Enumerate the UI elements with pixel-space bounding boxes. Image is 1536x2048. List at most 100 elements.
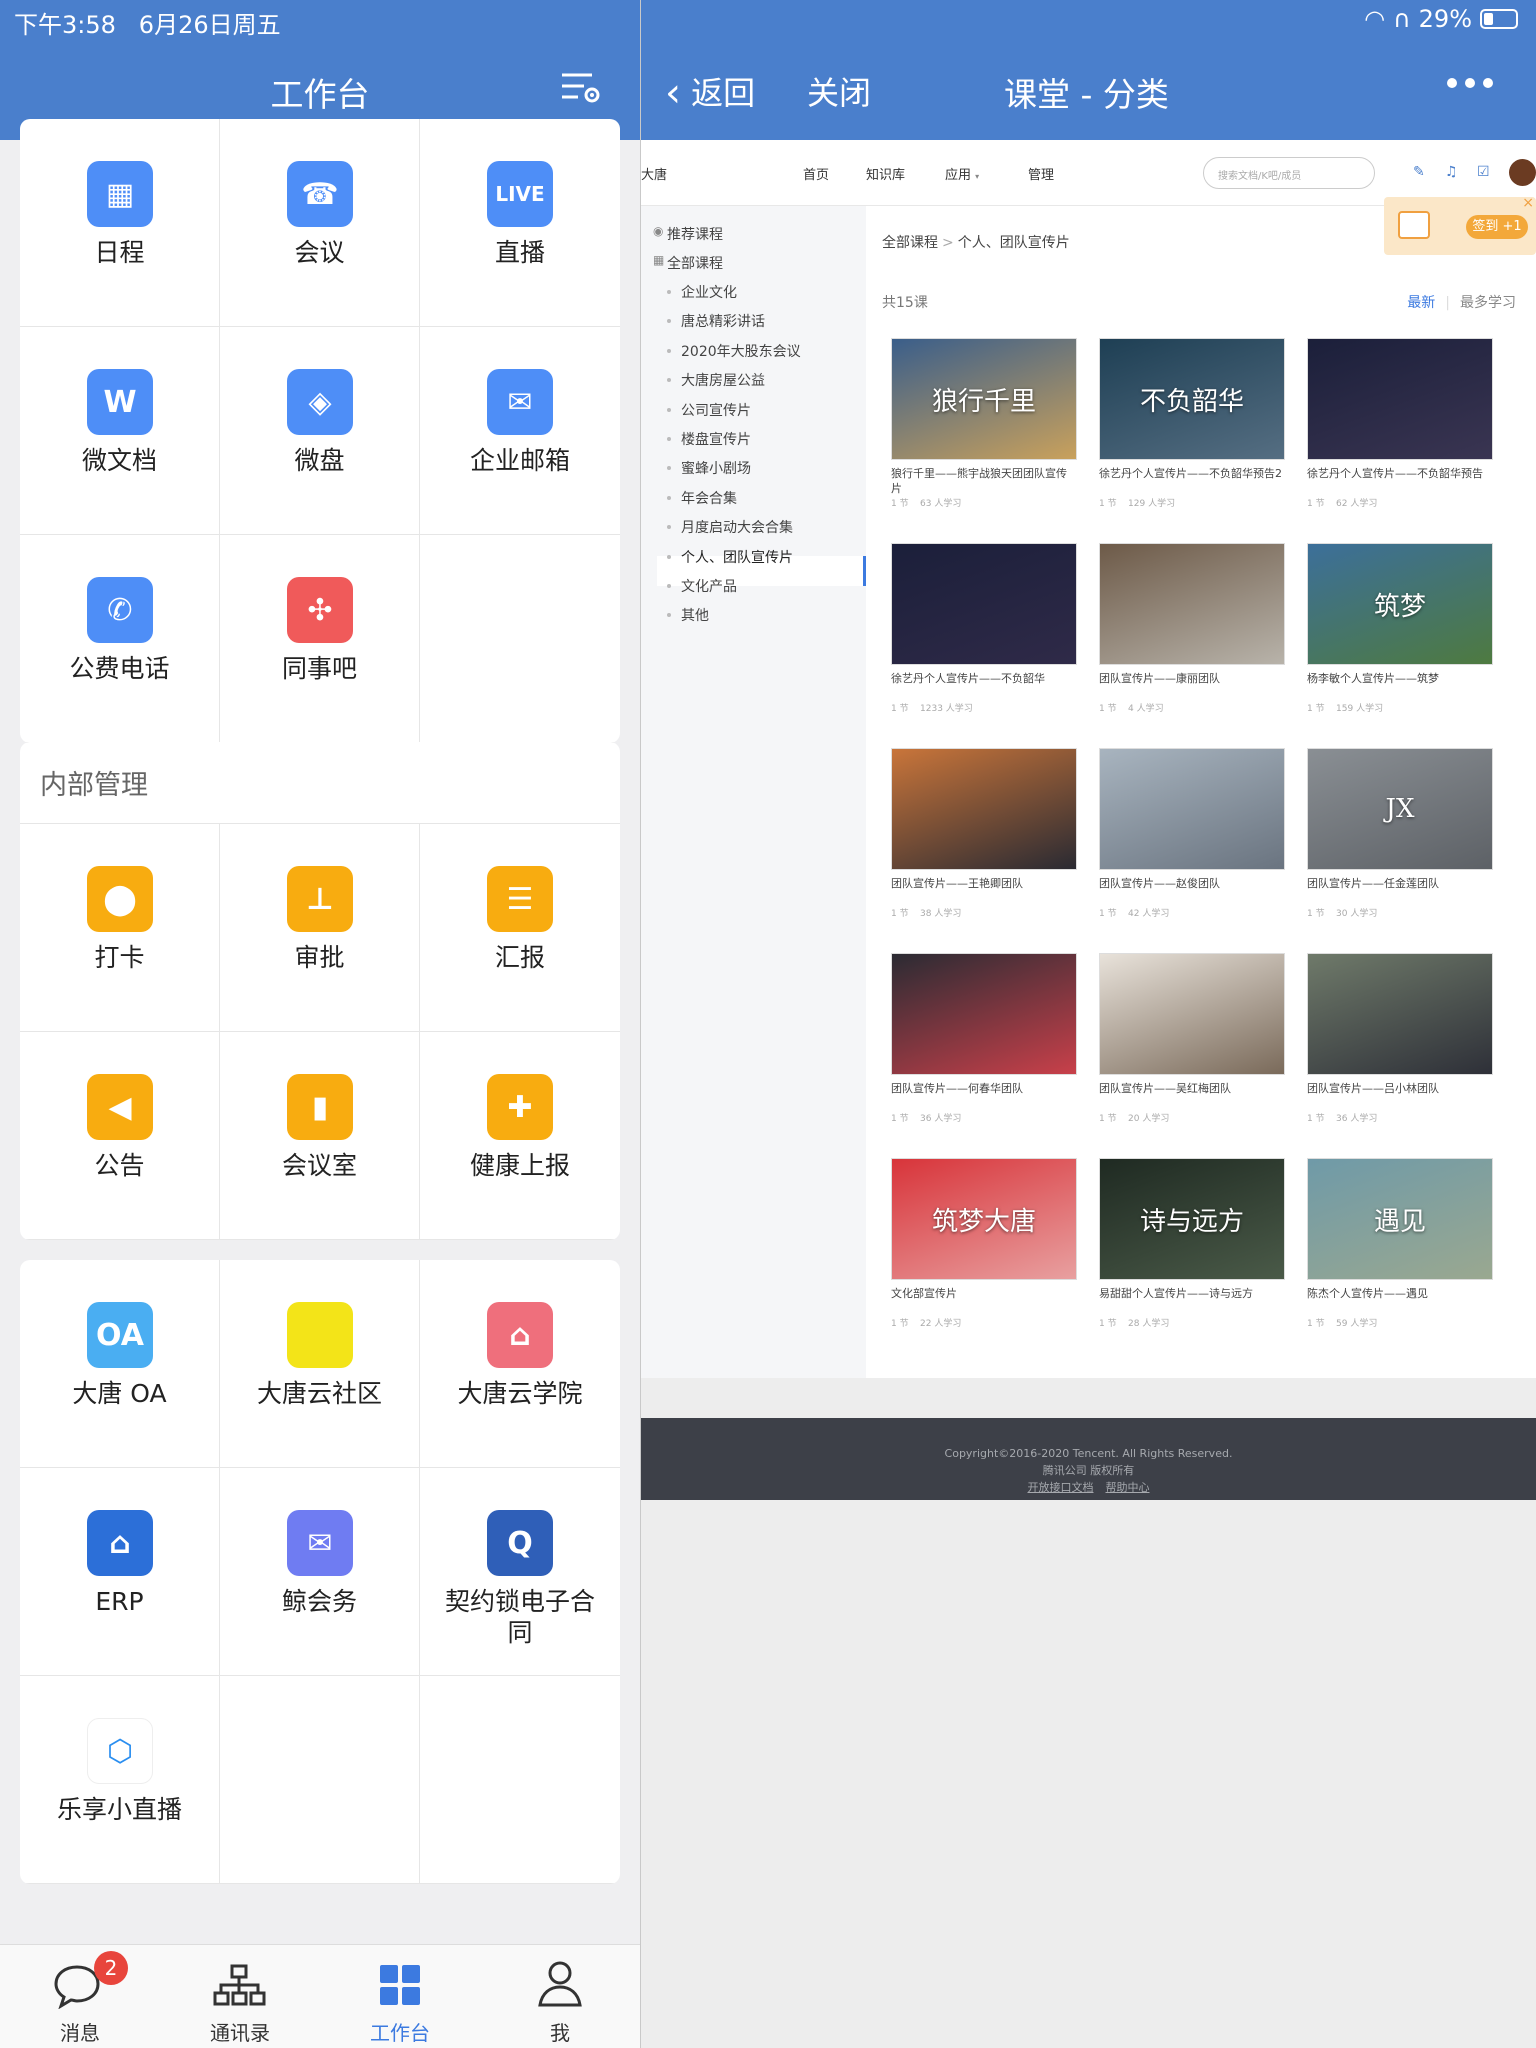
app-tile[interactable]: ⬡ 乐享小直播: [20, 1676, 220, 1884]
app-tile[interactable]: ⊥ 审批: [220, 824, 420, 1032]
checkin-toast[interactable]: 签到 +1 ×: [1384, 195, 1536, 255]
app-tile[interactable]: W 微文档: [20, 327, 220, 535]
course-title[interactable]: 徐艺丹个人宣传片——不负韶华预告: [1307, 466, 1493, 496]
sidebar-item-category[interactable]: 其他: [681, 605, 709, 625]
back-button[interactable]: ‹ 返回: [665, 68, 755, 116]
course-thumbnail[interactable]: 遇见: [1307, 1158, 1493, 1280]
course-thumbnail[interactable]: 筑梦: [1307, 543, 1493, 665]
app-tile[interactable]: 大唐云社区: [220, 1260, 420, 1468]
course-card[interactable]: 团队宣传片——何春华团队 1 节 36 人学习: [891, 953, 1077, 1124]
app-tile[interactable]: ✚ 健康上报: [420, 1032, 620, 1240]
app-tile[interactable]: ✉ 鲸会务: [220, 1468, 420, 1676]
close-button[interactable]: 关闭: [807, 68, 871, 114]
help-center-link[interactable]: 帮助中心: [1106, 1481, 1150, 1494]
sort-latest[interactable]: 最新: [1407, 295, 1435, 311]
course-card[interactable]: JX 团队宣传片——任金莲团队 1 节 30 人学习: [1307, 748, 1493, 919]
course-title[interactable]: 文化部宣传片: [891, 1286, 1077, 1316]
course-card[interactable]: 徐艺丹个人宣传片——不负韶华预告 1 节 62 人学习: [1307, 338, 1493, 509]
course-title[interactable]: 陈杰个人宣传片——遇见: [1307, 1286, 1493, 1316]
sort-most-learned[interactable]: 最多学习: [1460, 295, 1516, 311]
sidebar-item-category[interactable]: 2020年大股东会议: [681, 341, 801, 361]
course-title[interactable]: 杨李敏个人宣传片——筑梦: [1307, 671, 1493, 701]
sidebar-item-category[interactable]: 个人、团队宣传片: [681, 547, 793, 567]
app-tile[interactable]: LIVE 直播: [420, 119, 620, 327]
app-tile[interactable]: Q 契约锁电子合同: [420, 1468, 620, 1676]
tab-me[interactable]: 我: [480, 1945, 640, 2048]
sidebar-item-category[interactable]: 大唐房屋公益: [681, 370, 765, 390]
edit-icon[interactable]: ✎: [1413, 164, 1425, 180]
sidebar-item-category[interactable]: 文化产品: [681, 576, 737, 596]
course-thumbnail[interactable]: JX: [1307, 748, 1493, 870]
app-tile[interactable]: ⌂ ERP: [20, 1468, 220, 1676]
sidebar-item-category[interactable]: 唐总精彩讲话: [681, 311, 765, 331]
filter-settings-icon[interactable]: [560, 70, 602, 106]
app-tile[interactable]: ✉ 企业邮箱: [420, 327, 620, 535]
sidebar-item-category[interactable]: 企业文化: [681, 282, 737, 302]
course-title[interactable]: 徐艺丹个人宣传片——不负韶华: [891, 671, 1077, 701]
course-thumbnail[interactable]: [1307, 338, 1493, 460]
course-thumbnail[interactable]: [891, 748, 1077, 870]
sidebar-item-category[interactable]: 年会合集: [681, 488, 737, 508]
nav-apps[interactable]: 应用 ▾: [945, 164, 979, 183]
course-thumbnail[interactable]: [891, 543, 1077, 665]
app-tile[interactable]: ▮ 会议室: [220, 1032, 420, 1240]
course-card[interactable]: 团队宣传片——吴红梅团队 1 节 20 人学习: [1099, 953, 1285, 1124]
course-card[interactable]: 筑梦大唐 文化部宣传片 1 节 22 人学习: [891, 1158, 1077, 1329]
nav-home[interactable]: 首页: [803, 164, 829, 183]
course-title[interactable]: 狼行千里——熊宇战狼天团团队宣传片: [891, 466, 1077, 496]
course-card[interactable]: 团队宣传片——王艳卿团队 1 节 38 人学习: [891, 748, 1077, 919]
tab-messages[interactable]: 2 消息: [0, 1945, 160, 2048]
course-thumbnail[interactable]: [1099, 953, 1285, 1075]
app-tile[interactable]: OA 大唐 OA: [20, 1260, 220, 1468]
sidebar-item-recommended[interactable]: 推荐课程: [667, 224, 723, 244]
course-thumbnail[interactable]: [891, 953, 1077, 1075]
course-card[interactable]: 团队宣传片——吕小林团队 1 节 36 人学习: [1307, 953, 1493, 1124]
course-title[interactable]: 团队宣传片——吴红梅团队: [1099, 1081, 1285, 1111]
course-card[interactable]: 诗与远方 易甜甜个人宣传片——诗与远方 1 节 28 人学习: [1099, 1158, 1285, 1329]
sidebar-item-category[interactable]: 楼盘宣传片: [681, 429, 751, 449]
course-title[interactable]: 团队宣传片——王艳卿团队: [891, 876, 1077, 906]
search-input[interactable]: 搜索文档/K吧/成员: [1203, 157, 1375, 189]
course-title[interactable]: 团队宣传片——吕小林团队: [1307, 1081, 1493, 1111]
more-menu-icon[interactable]: [1447, 78, 1493, 88]
app-tile[interactable]: ✆ 公费电话: [20, 535, 220, 743]
course-thumbnail[interactable]: 不负韶华: [1099, 338, 1285, 460]
course-card[interactable]: 筑梦 杨李敏个人宣传片——筑梦 1 节 159 人学习: [1307, 543, 1493, 714]
app-tile[interactable]: ✣ 同事吧: [220, 535, 420, 743]
course-title[interactable]: 团队宣传片——康丽团队: [1099, 671, 1285, 701]
course-title[interactable]: 徐艺丹个人宣传片——不负韶华预告2: [1099, 466, 1285, 496]
course-card[interactable]: 不负韶华 徐艺丹个人宣传片——不负韶华预告2 1 节 129 人学习: [1099, 338, 1285, 509]
course-thumbnail[interactable]: [1099, 748, 1285, 870]
course-title[interactable]: 易甜甜个人宣传片——诗与远方: [1099, 1286, 1285, 1316]
sidebar-item-category[interactable]: 公司宣传片: [681, 400, 751, 420]
course-card[interactable]: 徐艺丹个人宣传片——不负韶华 1 节 1233 人学习: [891, 543, 1077, 714]
course-card[interactable]: 狼行千里 狼行千里——熊宇战狼天团团队宣传片 1 节 63 人学习: [891, 338, 1077, 509]
course-title[interactable]: 团队宣传片——何春华团队: [891, 1081, 1077, 1111]
close-icon[interactable]: ×: [1522, 195, 1534, 211]
nav-knowledge-base[interactable]: 知识库: [866, 164, 905, 183]
tab-contacts[interactable]: 通讯录: [160, 1945, 320, 2048]
course-thumbnail[interactable]: 诗与远方: [1099, 1158, 1285, 1280]
course-thumbnail[interactable]: 狼行千里: [891, 338, 1077, 460]
tab-workbench[interactable]: 工作台: [320, 1945, 480, 2048]
app-tile[interactable]: ☰ 汇报: [420, 824, 620, 1032]
course-card[interactable]: 团队宣传片——康丽团队 1 节 4 人学习: [1099, 543, 1285, 714]
app-tile[interactable]: ⬤ 打卡: [20, 824, 220, 1032]
app-tile[interactable]: ◀ 公告: [20, 1032, 220, 1240]
course-card[interactable]: 遇见 陈杰个人宣传片——遇见 1 节 59 人学习: [1307, 1158, 1493, 1329]
avatar[interactable]: [1509, 159, 1536, 186]
breadcrumb-all[interactable]: 全部课程: [882, 235, 938, 251]
course-title[interactable]: 团队宣传片——任金莲团队: [1307, 876, 1493, 906]
app-tile[interactable]: ◈ 微盘: [220, 327, 420, 535]
nav-admin[interactable]: 管理: [1028, 164, 1054, 183]
checklist-icon[interactable]: ☑: [1477, 164, 1490, 180]
course-card[interactable]: 团队宣传片——赵俊团队 1 节 42 人学习: [1099, 748, 1285, 919]
api-docs-link[interactable]: 开放接口文档: [1028, 1481, 1094, 1494]
app-tile[interactable]: ⌂ 大唐云学院: [420, 1260, 620, 1468]
bell-icon[interactable]: ♫: [1445, 164, 1458, 180]
course-thumbnail[interactable]: [1099, 543, 1285, 665]
app-tile[interactable]: ▦ 日程: [20, 119, 220, 327]
sidebar-item-category[interactable]: 蜜蜂小剧场: [681, 458, 751, 478]
app-tile[interactable]: ☎ 会议: [220, 119, 420, 327]
course-thumbnail[interactable]: [1307, 953, 1493, 1075]
